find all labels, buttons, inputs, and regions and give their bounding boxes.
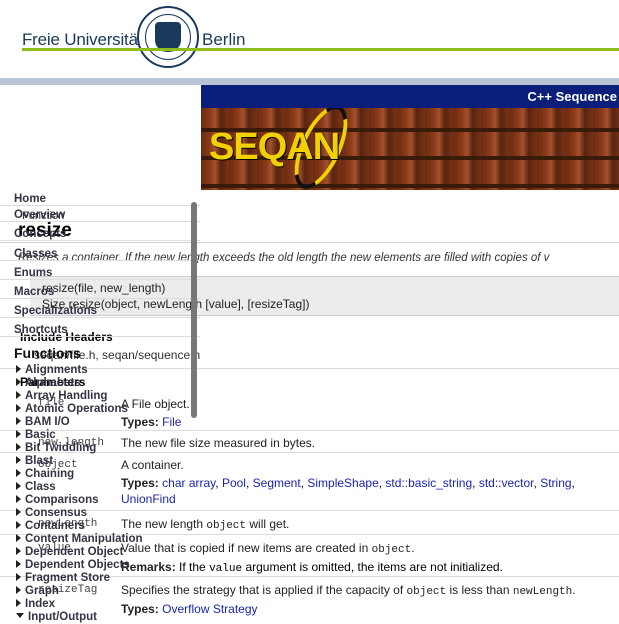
sidebar-item-specializations[interactable]: Specializations xyxy=(0,305,200,318)
sidebar-group-consensus[interactable]: Consensus xyxy=(16,507,87,519)
expand-arrow-icon xyxy=(16,573,21,581)
sidebar-item-macros[interactable]: Macros xyxy=(0,286,200,299)
sidebar-item-overview[interactable]: Overview xyxy=(0,209,200,222)
sidebar-group-dependent-objects[interactable]: Dependent Objects xyxy=(16,559,130,571)
seqan-banner-image: SEQAN xyxy=(201,108,619,190)
university-name-right: Berlin xyxy=(202,30,246,49)
sidebar-group-comparisons[interactable]: Comparisons xyxy=(16,494,99,506)
expand-arrow-icon xyxy=(16,404,21,412)
type-link-segment[interactable]: Segment xyxy=(253,476,301,490)
type-link-simpleshape[interactable]: SimpleShape xyxy=(307,476,378,490)
sidebar-group-basic[interactable]: Basic xyxy=(16,429,56,441)
sidebar-group-alignments[interactable]: Alignments xyxy=(16,364,88,376)
type-link-basic-string[interactable]: std::basic_string xyxy=(385,476,472,490)
expand-arrow-icon xyxy=(16,391,21,399)
sidebar-group-bit-twiddling[interactable]: Bit Twiddling xyxy=(16,442,96,454)
collapse-arrow-icon xyxy=(16,613,24,618)
expand-arrow-icon xyxy=(16,508,21,516)
expand-arrow-icon xyxy=(16,560,21,568)
expand-arrow-icon xyxy=(16,482,21,490)
sidebar-group-graph[interactable]: Graph xyxy=(16,585,59,597)
sidebar-item-classes[interactable]: Classes xyxy=(0,248,200,261)
expand-arrow-icon xyxy=(16,378,21,386)
sidebar-group-content-manipulation[interactable]: Content Manipulation xyxy=(16,533,143,545)
sidebar-group-blast[interactable]: Blast xyxy=(16,455,53,467)
expand-arrow-icon xyxy=(16,495,21,503)
type-link-string[interactable]: String xyxy=(540,476,571,490)
university-seal-logo[interactable] xyxy=(137,6,199,68)
sidebar-group-alphabets[interactable]: Alphabets xyxy=(16,377,81,389)
header-green-rule xyxy=(22,48,619,51)
university-name-left: Freie Universität xyxy=(22,30,143,49)
banner-title-bar: C++ Sequence xyxy=(201,85,619,108)
type-link-vector[interactable]: std::vector xyxy=(479,476,534,490)
sidebar-functions-heading: Functions xyxy=(14,345,81,361)
seqan-logo: SEQAN xyxy=(209,126,340,168)
expand-arrow-icon xyxy=(16,443,21,451)
sidebar-item-home[interactable]: Home xyxy=(0,193,200,206)
expand-arrow-icon xyxy=(16,521,21,529)
expand-arrow-icon xyxy=(16,430,21,438)
banner-title: C++ Sequence xyxy=(527,89,617,104)
sidebar-group-index[interactable]: Index xyxy=(16,598,55,610)
sidebar-nav: Home Overview Concepts Classes Enums Mac… xyxy=(0,190,200,624)
sidebar-group-atomic-operations[interactable]: Atomic Operations xyxy=(16,403,128,415)
sidebar-group-input-output[interactable]: Input/Output xyxy=(16,611,97,623)
header-divider xyxy=(0,78,619,85)
sidebar-group-fragment-store[interactable]: Fragment Store xyxy=(16,572,110,584)
expand-arrow-icon xyxy=(16,469,21,477)
sidebar-item-concepts[interactable]: Concepts xyxy=(0,228,200,241)
expand-arrow-icon xyxy=(16,456,21,464)
sidebar-group-array-handling[interactable]: Array Handling xyxy=(16,390,107,402)
sidebar-item-shortcuts[interactable]: Shortcuts xyxy=(0,324,200,337)
sidebar-group-bam-io[interactable]: BAM I/O xyxy=(16,416,70,428)
expand-arrow-icon xyxy=(16,534,21,542)
sidebar-group-dependent-object[interactable]: Dependent Object xyxy=(16,546,123,558)
sidebar-group-class[interactable]: Class xyxy=(16,481,56,493)
sidebar-scrollbar[interactable] xyxy=(191,202,197,418)
university-header: Freie Universität Berlin xyxy=(0,0,619,84)
expand-arrow-icon xyxy=(16,586,21,594)
type-link-pool[interactable]: Pool xyxy=(222,476,246,490)
sidebar-group-containers[interactable]: Containers xyxy=(16,520,85,532)
expand-arrow-icon xyxy=(16,417,21,425)
expand-arrow-icon xyxy=(16,599,21,607)
expand-arrow-icon xyxy=(16,547,21,555)
sidebar-group-chaining[interactable]: Chaining xyxy=(16,468,74,480)
sidebar-item-enums[interactable]: Enums xyxy=(0,267,200,280)
expand-arrow-icon xyxy=(16,365,21,373)
